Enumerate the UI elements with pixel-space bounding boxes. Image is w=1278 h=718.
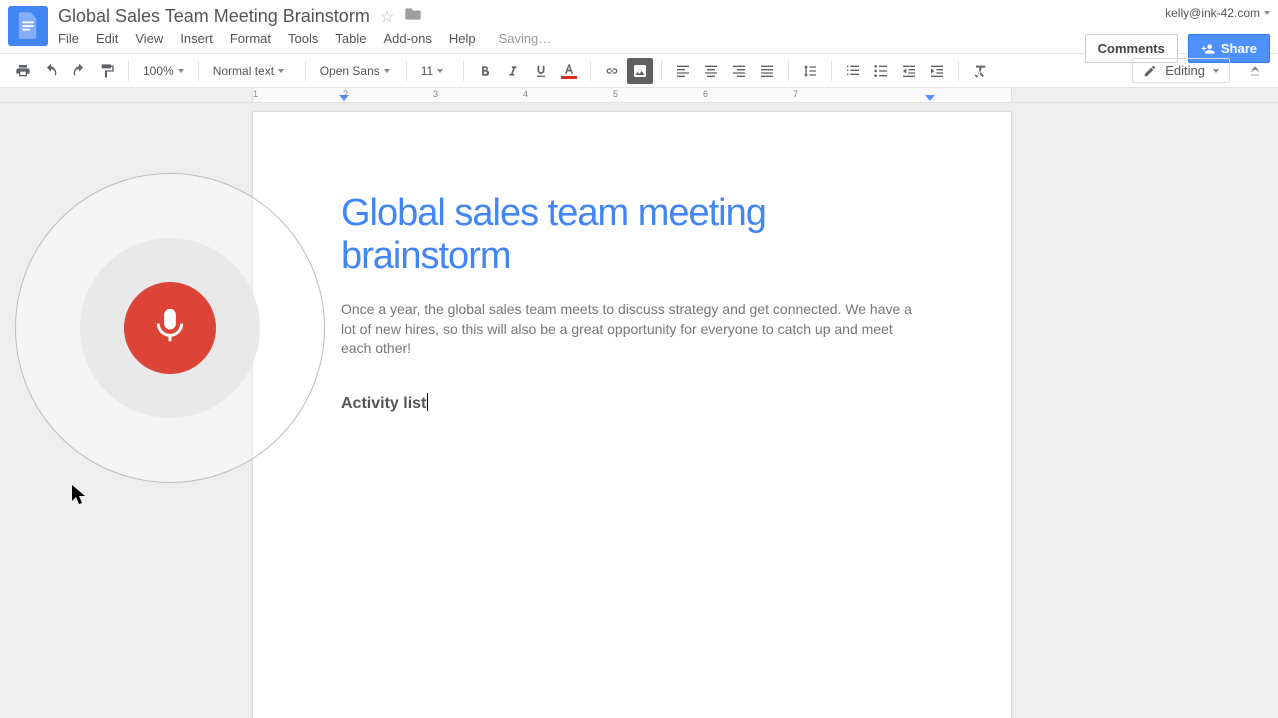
separator [788, 61, 789, 81]
menu-addons[interactable]: Add-ons [383, 31, 431, 46]
docs-logo-icon[interactable] [8, 6, 48, 46]
menu-edit[interactable]: Edit [96, 31, 118, 46]
paint-format-icon[interactable] [94, 58, 120, 84]
menu-bar: File Edit View Insert Format Tools Table… [58, 31, 1085, 46]
bulleted-list-icon[interactable] [868, 58, 894, 84]
align-center-icon[interactable] [698, 58, 724, 84]
font-size-dropdown[interactable]: 11 [415, 58, 455, 84]
voice-typing-widget[interactable] [15, 173, 325, 483]
clear-formatting-icon[interactable] [967, 58, 993, 84]
editor-canvas[interactable]: Global sales team meeting brainstorm Onc… [0, 103, 1278, 718]
numbered-list-icon[interactable] [840, 58, 866, 84]
underline-icon[interactable] [528, 58, 554, 84]
increase-indent-icon[interactable] [924, 58, 950, 84]
star-icon[interactable]: ☆ [380, 7, 394, 27]
separator [198, 61, 199, 81]
account-menu[interactable]: kelly@ink-42.com [1165, 6, 1270, 20]
caret-down-icon [384, 69, 390, 73]
account-email: kelly@ink-42.com [1165, 6, 1260, 20]
text-cursor [427, 393, 428, 411]
text-color-icon[interactable] [556, 58, 582, 84]
ruler-tick: 4 [523, 89, 528, 99]
person-add-icon [1201, 42, 1215, 56]
microphone-button[interactable] [124, 282, 216, 374]
document-heading[interactable]: Global sales team meeting brainstorm [341, 192, 923, 278]
editing-mode-dropdown[interactable]: Editing [1132, 58, 1230, 83]
align-left-icon[interactable] [670, 58, 696, 84]
bold-icon[interactable] [472, 58, 498, 84]
paragraph-style-dropdown[interactable]: Normal text [207, 58, 297, 84]
menu-help[interactable]: Help [449, 31, 476, 46]
caret-down-icon [1213, 69, 1219, 73]
cursor-icon [72, 485, 86, 510]
align-right-icon[interactable] [726, 58, 752, 84]
app-header: Global Sales Team Meeting Brainstorm ☆ F… [0, 0, 1278, 54]
separator [590, 61, 591, 81]
style-value: Normal text [213, 64, 274, 78]
separator [305, 61, 306, 81]
chevron-up-icon[interactable] [1242, 58, 1268, 84]
separator [128, 61, 129, 81]
caret-down-icon [1264, 11, 1270, 15]
image-icon[interactable] [627, 58, 653, 84]
document-subheading[interactable]: Activity list [341, 393, 923, 413]
print-icon[interactable] [10, 58, 36, 84]
ruler-tick: 1 [253, 89, 258, 99]
subheading-text: Activity list [341, 395, 426, 412]
menu-view[interactable]: View [135, 31, 163, 46]
menu-format[interactable]: Format [230, 31, 271, 46]
microphone-icon [152, 306, 188, 350]
pencil-icon [1143, 64, 1157, 78]
separator [831, 61, 832, 81]
ruler-tick: 6 [703, 89, 708, 99]
zoom-value: 100% [143, 64, 174, 78]
ruler-tick: 3 [433, 89, 438, 99]
document-title[interactable]: Global Sales Team Meeting Brainstorm [58, 6, 370, 27]
menu-table[interactable]: Table [335, 31, 366, 46]
zoom-dropdown[interactable]: 100% [137, 58, 190, 84]
document-page[interactable]: Global sales team meeting brainstorm Onc… [252, 111, 1012, 718]
saving-status: Saving… [499, 31, 552, 46]
redo-icon[interactable] [66, 58, 92, 84]
font-value: Open Sans [320, 64, 380, 78]
document-paragraph[interactable]: Once a year, the global sales team meets… [341, 300, 923, 359]
separator [661, 61, 662, 81]
link-icon[interactable] [599, 58, 625, 84]
separator [958, 61, 959, 81]
undo-icon[interactable] [38, 58, 64, 84]
caret-down-icon [278, 69, 284, 73]
ruler-tick: 5 [613, 89, 618, 99]
line-spacing-icon[interactable] [797, 58, 823, 84]
size-value: 11 [421, 64, 433, 78]
align-justify-icon[interactable] [754, 58, 780, 84]
italic-icon[interactable] [500, 58, 526, 84]
voice-pulse-ring [80, 238, 260, 418]
caret-down-icon [178, 69, 184, 73]
separator [463, 61, 464, 81]
indent-marker-right[interactable] [925, 95, 935, 101]
separator [406, 61, 407, 81]
ruler[interactable]: 1 2 3 4 5 6 7 [0, 88, 1278, 103]
folder-icon[interactable] [404, 7, 422, 26]
menu-file[interactable]: File [58, 31, 79, 46]
decrease-indent-icon[interactable] [896, 58, 922, 84]
menu-insert[interactable]: Insert [180, 31, 213, 46]
editing-label: Editing [1165, 63, 1205, 78]
font-dropdown[interactable]: Open Sans [314, 58, 398, 84]
ruler-tick: 2 [343, 89, 348, 99]
share-label: Share [1221, 41, 1257, 56]
caret-down-icon [437, 69, 443, 73]
menu-tools[interactable]: Tools [288, 31, 318, 46]
ruler-tick: 7 [793, 89, 798, 99]
